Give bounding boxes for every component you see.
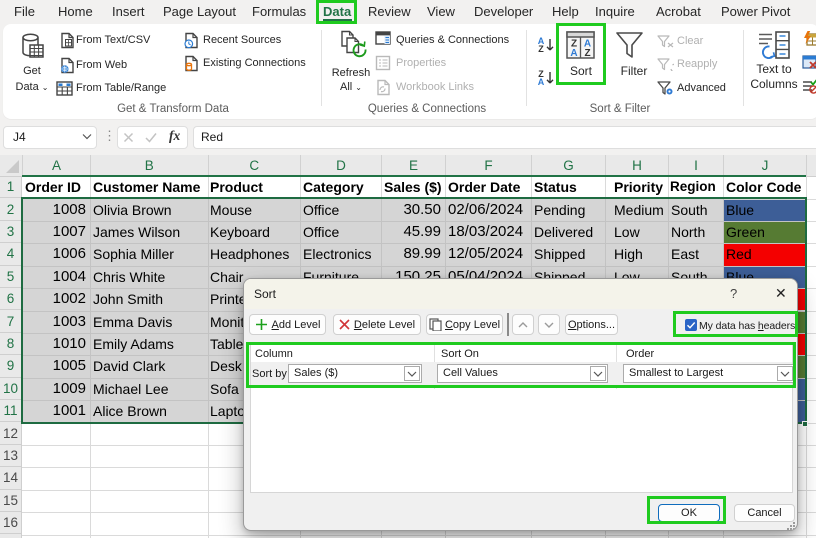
svg-text:Z: Z	[538, 44, 544, 53]
svg-text:A: A	[538, 77, 545, 86]
